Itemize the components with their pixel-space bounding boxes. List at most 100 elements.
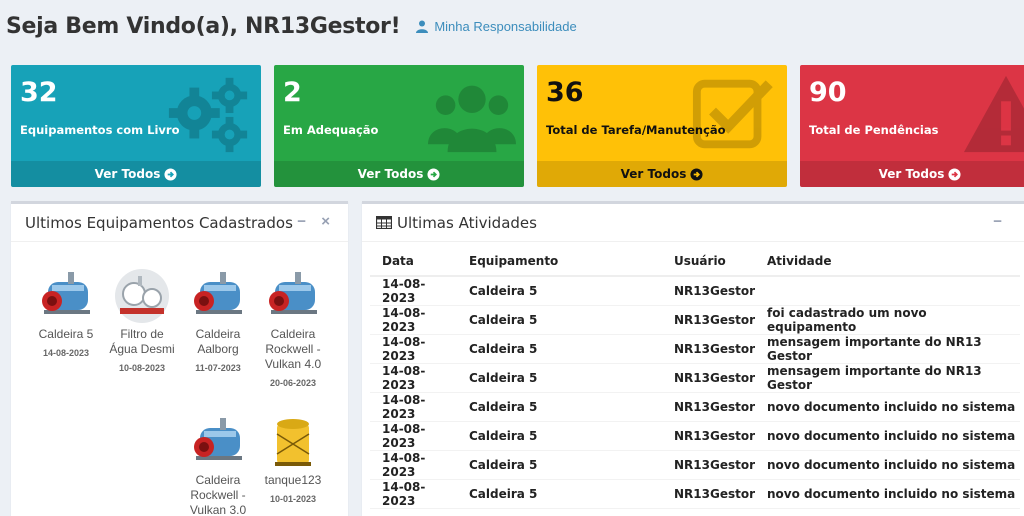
equipment-date: 10-08-2023 [118,363,166,373]
cell-user: NR13Gestor [662,363,756,393]
cell-activity: foi cadastrado um novo equipamento [755,305,1020,335]
check-square-icon [692,79,773,149]
cell-date: 14-08-2023 [370,392,457,422]
boiler-image [42,272,90,314]
equipment-name: Caldeira Rockwell - Vulkan 4.0 [264,327,322,371]
equipment-name: tanque123 [264,473,322,487]
cell-date: 14-08-2023 [370,305,457,335]
boiler-image [269,272,317,314]
minimize-button[interactable]: − [993,213,1002,230]
cell-equipment: Caldeira 5 [457,334,662,364]
cell-user: NR13Gestor [662,450,756,480]
equipment-item[interactable]: Filtro de Água Desmi 10-08-2023 [106,268,178,373]
equipment-name: Filtro de Água Desmi [109,327,175,356]
ver-todos-label: Ver Todos [94,167,161,181]
column-header: Equipamento [457,246,662,277]
gears-icon [168,77,248,153]
cell-equipment: Caldeira 5 [457,450,662,480]
stat-value: 90 [809,77,847,108]
user-icon [416,20,429,33]
boiler-image [194,418,242,460]
cell-user: NR13Gestor [662,305,756,335]
equipment-date: 20-06-2023 [269,378,317,388]
stat-label: Equipamentos com Livro [20,123,180,137]
cell-user: NR13Gestor [662,334,756,364]
table-row[interactable]: 14-08-2023 Caldeira 5 NR13Gestor novo docum… [370,421,1020,451]
stat-box-pendencias: 90 Total de Pendências Ver Todos [800,65,1024,187]
stat-box-tarefas: 36 Total de Tarefa/Manutenção Ver Todos [537,65,787,187]
ver-todos-link[interactable]: Ver Todos [800,161,1024,187]
cell-activity: novo documento incluido no sistema [755,421,1020,451]
stat-label: Total de Pendências [809,123,939,137]
table-row[interactable]: 14-08-2023 Caldeira 5 NR13Gestor foi cadast… [370,305,1020,335]
table-row[interactable]: 14-08-2023 Caldeira 5 NR13Gestor [370,276,1020,306]
arrow-circle-right-icon [427,167,440,181]
table-icon [376,216,392,229]
column-header: Atividade [755,246,1020,277]
activity-table: Data Equipamento Usuário Atividade 14-08… [370,246,1020,509]
table-row[interactable]: 14-08-2023 Caldeira 5 NR13Gestor novo docum… [370,450,1020,480]
stat-value: 36 [546,77,584,108]
activity-panel: Ultimas Atividades − Data Equipamento Us… [362,201,1024,516]
cell-equipment: Caldeira 5 [457,363,662,393]
cell-activity: novo documento incluido no sistema [755,479,1020,509]
equipment-item[interactable]: Caldeira Rockwell - Vulkan 3.0 [182,414,254,516]
cell-activity [755,276,1020,306]
cell-equipment: Caldeira 5 [457,392,662,422]
equipment-item[interactable]: Caldeira 5 14-08-2023 [30,268,102,358]
boiler-image [194,272,242,314]
cell-equipment: Caldeira 5 [457,305,662,335]
equipment-date: 14-08-2023 [42,348,90,358]
page-title: Seja Bem Vindo(a), NR13Gestor! [6,13,401,39]
ver-todos-label: Ver Todos [878,167,945,181]
table-row[interactable]: 14-08-2023 Caldeira 5 NR13Gestor mensagem i… [370,334,1020,364]
table-row[interactable]: 14-08-2023 Caldeira 5 NR13Gestor mensagem i… [370,363,1020,393]
equipment-item[interactable]: Caldeira Aalborg 11-07-2023 [182,268,254,373]
equipment-name: Caldeira Aalborg [195,327,241,356]
cell-equipment: Caldeira 5 [457,276,662,306]
ver-todos-link[interactable]: Ver Todos [274,161,524,187]
responsibility-link[interactable]: Minha Responsabilidade [416,18,577,34]
cell-user: NR13Gestor [662,276,756,306]
equipment-name: Caldeira Rockwell - Vulkan 3.0 [189,473,247,516]
cell-user: NR13Gestor [662,421,756,451]
cell-equipment: Caldeira 5 [457,421,662,451]
warning-icon [963,75,1024,153]
page-header: Seja Bem Vindo(a), NR13Gestor! Minha Res… [6,10,577,42]
column-header: Data [370,246,457,277]
column-header: Usuário [662,246,756,277]
cell-date: 14-08-2023 [370,363,457,393]
stat-label: Em Adequação [283,123,379,137]
ver-todos-label: Ver Todos [620,167,687,181]
equipment-item[interactable]: Caldeira Rockwell - Vulkan 4.0 20-06-202… [257,268,329,388]
cell-date: 14-08-2023 [370,334,457,364]
table-header-row: Data Equipamento Usuário Atividade [370,246,1020,277]
equipment-date: 10-01-2023 [269,494,317,504]
cell-equipment: Caldeira 5 [457,479,662,509]
cell-date: 14-08-2023 [370,276,457,306]
arrow-circle-right-icon [164,167,177,181]
cell-user: NR13Gestor [662,392,756,422]
tank-image [275,419,311,466]
ver-todos-link[interactable]: Ver Todos [537,161,787,187]
cell-activity: mensagem importante do NR13 Gestor [755,363,1020,393]
arrow-circle-right-icon [690,167,703,181]
cell-date: 14-08-2023 [370,450,457,480]
filter-image [115,269,169,323]
equipment-item[interactable]: tanque123 10-01-2023 [257,414,329,504]
ver-todos-link[interactable]: Ver Todos [11,161,261,187]
stat-box-adequacao: 2 Em Adequação Ver Todos [274,65,524,187]
cell-date: 14-08-2023 [370,421,457,451]
users-icon [428,85,516,153]
minimize-button[interactable]: − [297,213,306,230]
responsibility-label: Minha Responsabilidade [434,18,577,34]
close-button[interactable]: × [321,213,330,230]
cell-date: 14-08-2023 [370,479,457,509]
panel-header: Ultimas Atividades − [362,204,1024,242]
equipment-name: Caldeira 5 [38,327,94,341]
cell-activity: mensagem importante do NR13 Gestor [755,334,1020,364]
stat-box-equipamentos: 32 Equipamentos com Livro Ver Todos [11,65,261,187]
table-row[interactable]: 14-08-2023 Caldeira 5 NR13Gestor novo docum… [370,479,1020,509]
table-row[interactable]: 14-08-2023 Caldeira 5 NR13Gestor novo docum… [370,392,1020,422]
panel-title: Ultimos Equipamentos Cadastrados [25,213,293,232]
